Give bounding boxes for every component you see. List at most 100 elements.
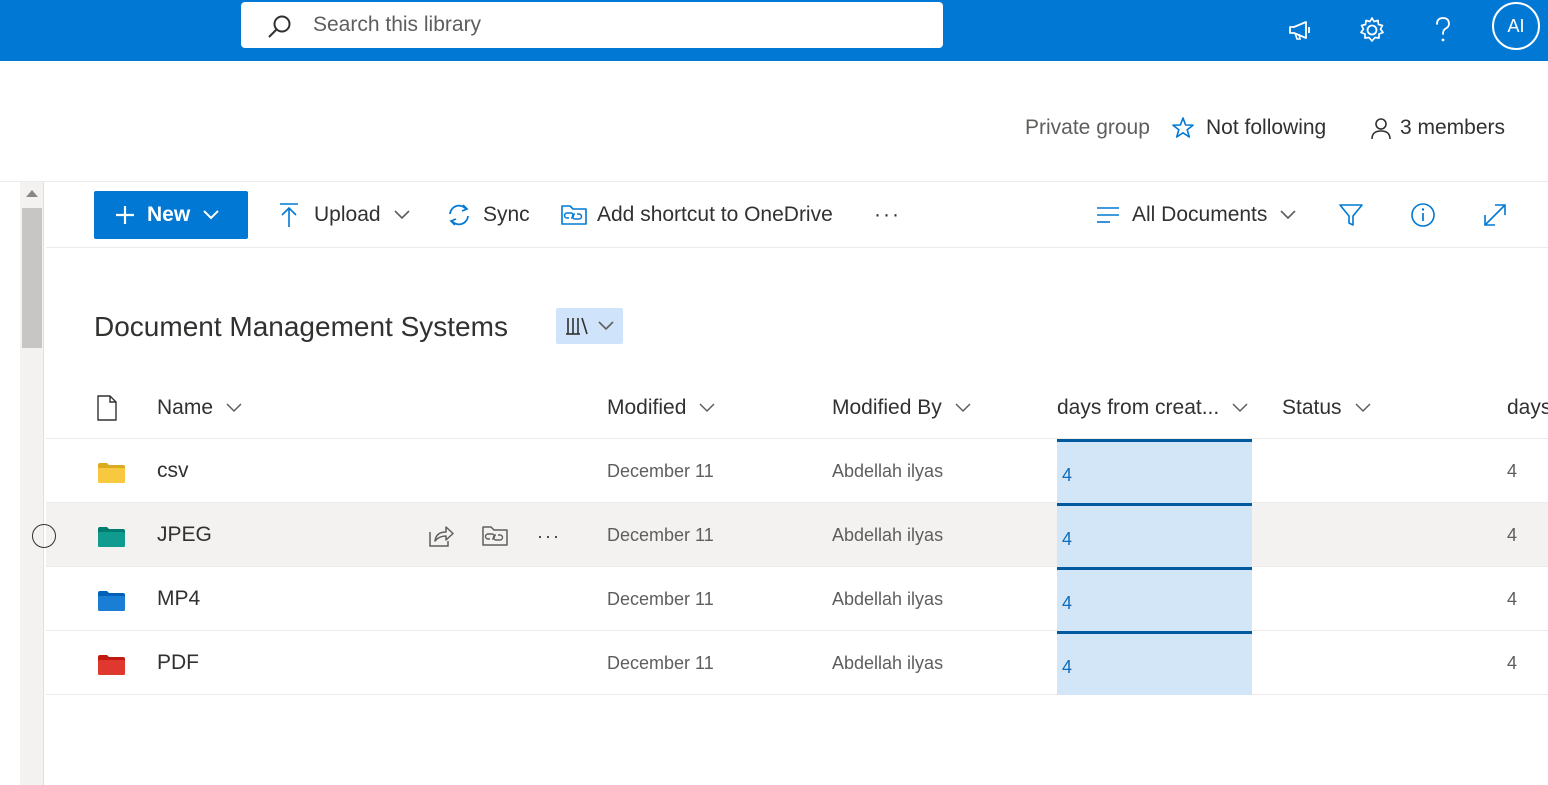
- modified-date: December 11: [607, 524, 714, 545]
- column-header-name-label: Name: [157, 396, 214, 419]
- days-from-created-cell[interactable]: 4: [1057, 567, 1252, 631]
- file-name[interactable]: csv: [157, 439, 189, 503]
- info-icon: [1411, 203, 1435, 227]
- days-from-created-value: 4: [1062, 593, 1073, 613]
- table-row[interactable]: JPEG ··· December 11 Abdellah ilyas 4 4: [32, 503, 1548, 567]
- chevron-down-icon: [1355, 403, 1371, 413]
- column-header-status[interactable]: Status: [1282, 388, 1372, 428]
- members-label: 3 members: [1400, 116, 1506, 139]
- command-bar: New Upload Sync Add shortcut to OneDrive…: [46, 182, 1548, 248]
- new-button[interactable]: New: [94, 191, 248, 239]
- search-icon: [268, 15, 291, 38]
- folder-icon: [98, 527, 125, 547]
- avatar[interactable]: AI: [1492, 2, 1540, 50]
- column-header-status-label: Status: [1282, 396, 1342, 419]
- chevron-down-icon: [226, 403, 242, 413]
- modified-by: Abdellah ilyas: [832, 652, 944, 673]
- column-header-days-from-created[interactable]: days from creat...: [1057, 388, 1249, 428]
- chevron-down-icon: [1232, 403, 1248, 413]
- column-header-days-from-created-label: days from creat...: [1057, 396, 1220, 419]
- modified-date: December 11: [607, 652, 714, 673]
- add-shortcut-icon[interactable]: [480, 521, 510, 551]
- chevron-down-icon: [955, 403, 971, 413]
- days-from-created-cell[interactable]: 4: [1057, 503, 1252, 567]
- column-header-modified-by-label: Modified By: [832, 396, 942, 419]
- megaphone-icon[interactable]: [1280, 10, 1320, 50]
- view-selector[interactable]: All Documents: [1096, 191, 1297, 239]
- shortcut-folder-icon: [561, 205, 587, 225]
- upload-label: Upload: [314, 203, 381, 226]
- more-commands-button[interactable]: ···: [874, 191, 901, 239]
- sync-button[interactable]: Sync: [446, 191, 530, 239]
- days-from-created-value: 4: [1062, 465, 1073, 485]
- chevron-down-icon: [699, 403, 715, 413]
- scroll-up-arrow-icon[interactable]: [26, 190, 38, 197]
- document-icon: [97, 395, 117, 421]
- expand-button[interactable]: [1482, 191, 1508, 239]
- follow-label: Not following: [1206, 116, 1327, 139]
- library-view-switcher[interactable]: [556, 308, 623, 344]
- new-label: New: [147, 203, 191, 226]
- modified-date: December 11: [607, 588, 714, 609]
- chevron-down-icon: [597, 321, 614, 331]
- days-from-created-cell[interactable]: 4: [1057, 439, 1252, 503]
- star-icon: [1172, 117, 1194, 138]
- person-icon: [1371, 118, 1391, 140]
- view-list-icon: [1097, 207, 1119, 223]
- avatar-initials: AI: [1507, 15, 1525, 36]
- follow-button[interactable]: Not following: [1171, 108, 1326, 148]
- column-header-days[interactable]: days: [1507, 388, 1548, 428]
- search-input[interactable]: [313, 2, 913, 48]
- column-header-days-label: days: [1507, 396, 1548, 419]
- days-from-created-cell[interactable]: 4: [1057, 631, 1252, 695]
- more-actions-icon[interactable]: ···: [534, 521, 564, 551]
- library-icon: [565, 317, 588, 335]
- table-row[interactable]: MP4 December 11 Abdellah ilyas 4 4: [46, 567, 1548, 631]
- days-from-created-value: 4: [1062, 657, 1073, 677]
- folder-icon: [98, 463, 125, 483]
- add-shortcut-button[interactable]: Add shortcut to OneDrive: [560, 191, 833, 239]
- add-shortcut-label: Add shortcut to OneDrive: [597, 203, 833, 226]
- row-select-radio[interactable]: [32, 524, 56, 548]
- suite-header: AI: [0, 0, 1548, 61]
- group-privacy: Private group: [1025, 116, 1150, 139]
- help-icon[interactable]: [1423, 10, 1463, 50]
- column-header-modified-label: Modified: [607, 396, 687, 419]
- folder-icon: [98, 655, 125, 675]
- column-header-name[interactable]: Name: [157, 388, 243, 428]
- chevron-down-icon: [203, 210, 219, 220]
- info-button[interactable]: [1410, 191, 1436, 239]
- modified-by: Abdellah ilyas: [832, 588, 944, 609]
- sync-icon: [449, 204, 469, 226]
- scroll-thumb[interactable]: [22, 208, 42, 348]
- file-type-header[interactable]: [96, 388, 118, 428]
- plus-icon: [116, 206, 134, 224]
- gear-icon[interactable]: [1352, 10, 1392, 50]
- chevron-down-icon: [393, 210, 410, 220]
- file-name[interactable]: MP4: [157, 567, 200, 631]
- table-row[interactable]: PDF December 11 Abdellah ilyas 4 4: [46, 631, 1548, 695]
- upload-button[interactable]: Upload: [278, 191, 411, 239]
- days-value: 4: [1507, 524, 1518, 545]
- vertical-scrollbar[interactable]: [20, 182, 44, 785]
- days-value: 4: [1507, 460, 1518, 481]
- days-from-created-value: 4: [1062, 529, 1073, 549]
- filter-icon: [1339, 204, 1363, 226]
- filter-button[interactable]: [1338, 191, 1364, 239]
- days-value: 4: [1507, 652, 1518, 673]
- table-row[interactable]: csv December 11 Abdellah ilyas 4 4: [46, 439, 1548, 503]
- modified-by: Abdellah ilyas: [832, 460, 944, 481]
- days-value: 4: [1507, 588, 1518, 609]
- share-icon[interactable]: [426, 521, 456, 551]
- file-name[interactable]: JPEG: [157, 503, 212, 567]
- view-label: All Documents: [1132, 203, 1268, 226]
- chevron-down-icon: [1280, 210, 1296, 220]
- modified-date: December 11: [607, 460, 714, 481]
- column-header-modified-by[interactable]: Modified By: [832, 388, 972, 428]
- upload-icon: [280, 203, 298, 227]
- file-name[interactable]: PDF: [157, 631, 199, 695]
- column-header-modified[interactable]: Modified: [607, 388, 716, 428]
- search-box[interactable]: [241, 2, 943, 48]
- expand-icon: [1484, 204, 1506, 226]
- members-button[interactable]: 3 members: [1369, 108, 1505, 148]
